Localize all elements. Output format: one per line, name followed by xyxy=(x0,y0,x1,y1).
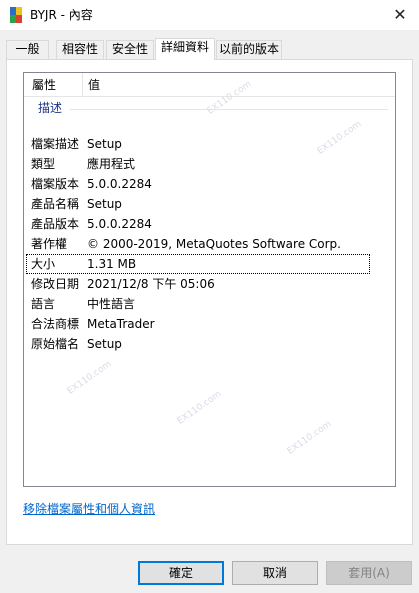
group-description: 描述 xyxy=(38,101,63,115)
list-item[interactable]: 原始檔名 Setup xyxy=(24,334,395,354)
watermark: EX110.com xyxy=(285,419,334,457)
details-panel: 屬性 值 描述 檔案描述 Setup 類型 應用程式 檔案版本 5.0.0.22… xyxy=(6,59,413,545)
window-title: BYJR - 內容 xyxy=(30,8,93,22)
property-key: 合法商標 xyxy=(31,317,80,331)
list-item[interactable]: 合法商標 MetaTrader xyxy=(24,314,395,334)
property-value: 5.0.0.2284 xyxy=(87,217,152,231)
property-value: MetaTrader xyxy=(87,317,155,331)
column-divider[interactable] xyxy=(82,73,83,97)
list-item[interactable]: 產品名稱 Setup xyxy=(24,194,395,214)
property-key: 檔案描述 xyxy=(31,137,80,151)
list-item[interactable]: 類型 應用程式 xyxy=(24,154,395,174)
property-value: 1.31 MB xyxy=(87,257,137,271)
watermark: EX110.com xyxy=(65,359,114,397)
tab-bar: 一般 相容性 安全性 詳細資料 以前的版本 xyxy=(0,38,419,60)
property-key: 原始檔名 xyxy=(31,337,80,351)
property-key: 語言 xyxy=(31,297,56,311)
tab-general[interactable]: 一般 xyxy=(6,40,49,59)
list-item[interactable]: 語言 中性語言 xyxy=(24,294,395,314)
list-item[interactable]: 產品版本 5.0.0.2284 xyxy=(24,214,395,234)
property-value: Setup xyxy=(87,137,122,151)
property-value: 2021/12/8 下午 05:06 xyxy=(87,277,215,291)
property-key: 著作權 xyxy=(31,237,68,251)
property-key: 大小 xyxy=(31,257,56,271)
tab-compatibility[interactable]: 相容性 xyxy=(56,40,104,59)
list-item-selected[interactable]: 大小 1.31 MB xyxy=(26,254,370,274)
property-key: 檔案版本 xyxy=(31,177,80,191)
property-key: 產品名稱 xyxy=(31,197,80,211)
app-icon xyxy=(10,7,22,23)
cancel-button[interactable]: 取消 xyxy=(232,561,318,585)
tab-previous-versions[interactable]: 以前的版本 xyxy=(216,40,282,59)
property-key: 修改日期 xyxy=(31,277,80,291)
property-value: 應用程式 xyxy=(87,157,136,171)
remove-properties-link[interactable]: 移除檔案屬性和個人資訊 xyxy=(23,500,155,517)
ok-button[interactable]: 確定 xyxy=(138,561,224,585)
watermark: EX110.com xyxy=(175,389,224,427)
list-item[interactable]: 著作權 © 2000-2019, MetaQuotes Software Cor… xyxy=(24,234,395,254)
close-button[interactable]: ✕ xyxy=(387,3,413,27)
property-value: © 2000-2019, MetaQuotes Software Corp. xyxy=(87,237,341,251)
property-value: 中性語言 xyxy=(87,297,136,311)
tab-details[interactable]: 詳細資料 xyxy=(155,38,215,60)
property-value: 5.0.0.2284 xyxy=(87,177,152,191)
list-header: 屬性 值 xyxy=(24,73,395,97)
title-bar: BYJR - 內容 ✕ xyxy=(0,0,419,30)
group-divider xyxy=(70,109,388,110)
list-item[interactable]: 修改日期 2021/12/8 下午 05:06 xyxy=(24,274,395,294)
header-value[interactable]: 值 xyxy=(88,77,100,93)
tab-security[interactable]: 安全性 xyxy=(106,40,154,59)
property-key: 類型 xyxy=(31,157,56,171)
property-value: Setup xyxy=(87,197,122,211)
list-item[interactable]: 檔案版本 5.0.0.2284 xyxy=(24,174,395,194)
property-value: Setup xyxy=(87,337,122,351)
header-property[interactable]: 屬性 xyxy=(32,77,56,93)
property-key: 產品版本 xyxy=(31,217,80,231)
apply-button[interactable]: 套用(A) xyxy=(326,561,412,585)
properties-list[interactable]: 屬性 值 描述 檔案描述 Setup 類型 應用程式 檔案版本 5.0.0.22… xyxy=(23,72,396,487)
